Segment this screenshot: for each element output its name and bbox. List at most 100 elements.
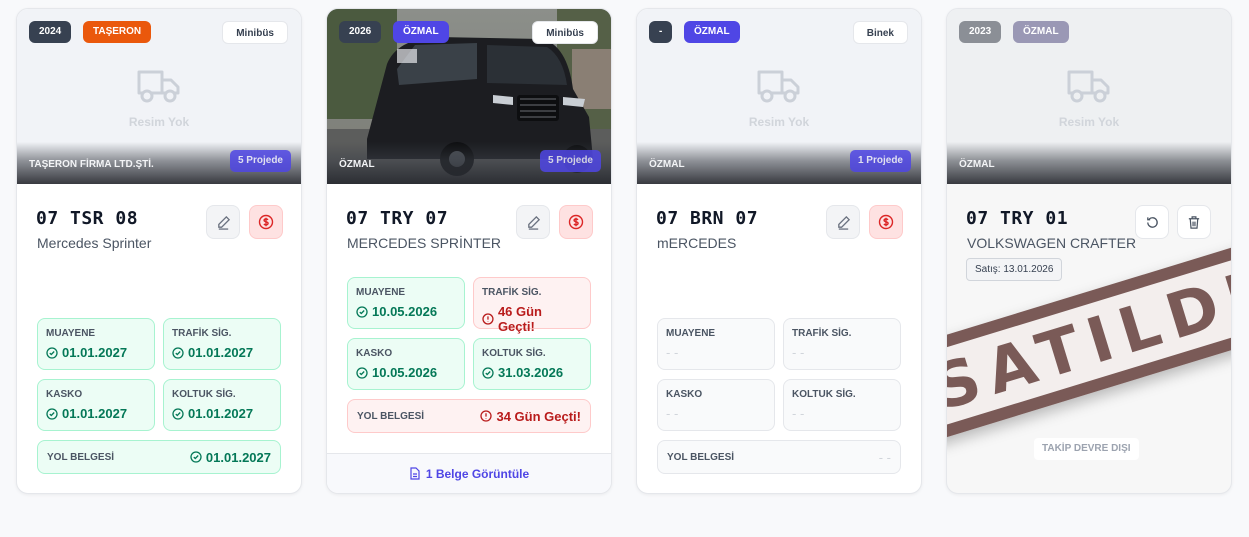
no-image-text: Resim Yok <box>748 115 810 129</box>
koltuk-tile: KOLTUK SİG. - - <box>783 379 901 431</box>
vehicle-card[interactable]: Resim Yok 2024 TAŞERON Minibüs TAŞERON F… <box>16 8 302 494</box>
firm-name: ÖZMAL <box>959 159 995 170</box>
alert-circle-icon <box>482 313 494 325</box>
muayene-tile: MUAYENE 01.01.2027 <box>37 318 155 370</box>
sell-button[interactable] <box>249 205 283 239</box>
alert-circle-icon <box>480 410 493 422</box>
no-image-text: Resim Yok <box>128 115 190 129</box>
check-circle-icon <box>172 407 184 420</box>
kasko-date: 10.05.2026 <box>372 365 438 380</box>
trafik-tile: TRAFİK SİG. 01.01.2027 <box>163 318 281 370</box>
trash-icon <box>1188 215 1200 229</box>
truck-icon <box>1067 70 1110 103</box>
yol-belgesi-tile: YOL BELGESİ - - <box>657 440 901 474</box>
muayene-tile: MUAYENE 10.05.2026 <box>347 277 465 329</box>
kasko-tile: KASKO 01.01.2027 <box>37 379 155 431</box>
vehicle-type-badge: Minibüs <box>532 21 598 44</box>
sale-date-badge: Satış: 13.01.2026 <box>966 258 1063 281</box>
yol-belgesi-tile: YOL BELGESİ 34 Gün Geçti! <box>347 399 591 433</box>
yol-belgesi-date: - - <box>878 449 891 465</box>
muayene-date: - - <box>666 345 679 360</box>
check-circle-icon <box>46 407 58 420</box>
project-count-badge[interactable]: 5 Projede <box>229 150 291 172</box>
dollar-circle-icon <box>568 214 584 230</box>
pencil-icon <box>527 215 540 230</box>
document-icon <box>410 467 420 480</box>
tracking-disabled-label: TAKİP DEVRE DIŞI <box>1034 438 1139 460</box>
vehicle-card[interactable]: 2026 ÖZMAL Minibüs ÖZMAL 5 Projede 07 TR… <box>326 8 612 494</box>
edit-button[interactable] <box>826 205 860 239</box>
no-image-placeholder: Resim Yok <box>17 67 301 129</box>
plate-number: 07 TRY 01 <box>966 208 1069 229</box>
sell-button[interactable] <box>869 205 903 239</box>
project-count-badge[interactable]: 1 Projede <box>849 150 911 172</box>
restore-button[interactable] <box>1135 205 1169 239</box>
no-image-text: Resim Yok <box>1058 115 1120 129</box>
kasko-date: 01.01.2027 <box>62 406 128 421</box>
koltuk-date: 31.03.2026 <box>498 365 564 380</box>
dollar-circle-icon <box>878 214 894 230</box>
trafik-tile: TRAFİK SİG. 46 Gün Geçti! <box>473 277 591 334</box>
edit-button[interactable] <box>516 205 550 239</box>
muayene-tile: MUAYENE - - <box>657 318 775 370</box>
trafik-status: 46 Gün Geçti! <box>497 304 543 334</box>
year-badge: 2024 <box>29 21 72 43</box>
plate-number: 07 BRN 07 <box>656 208 759 229</box>
koltuk-date: - - <box>792 406 805 421</box>
edit-button[interactable] <box>206 205 240 239</box>
vehicle-model: Mercedes Sprinter <box>37 235 152 251</box>
ownership-badge: ÖZMAL <box>1013 21 1069 43</box>
koltuk-tile: KOLTUK SİG. 01.01.2027 <box>163 379 281 431</box>
check-circle-icon <box>356 305 368 318</box>
vehicle-type-badge: Minibüs <box>222 21 288 44</box>
pencil-icon <box>217 215 230 230</box>
vehicle-image-area: Resim Yok 2023 ÖZMAL ÖZMAL <box>947 9 1231 184</box>
trafik-tile: TRAFİK SİG. - - <box>783 318 901 370</box>
year-badge: 2023 <box>959 21 1002 43</box>
koltuk-date: 01.01.2027 <box>188 406 254 421</box>
trafik-date: - - <box>792 345 805 360</box>
ownership-badge: ÖZMAL <box>393 21 449 43</box>
year-badge: - <box>649 21 673 43</box>
ownership-badge: ÖZMAL <box>684 21 740 43</box>
check-circle-icon <box>482 366 494 379</box>
trafik-date: 01.01.2027 <box>188 345 254 360</box>
vehicle-type-badge: Binek <box>852 21 908 44</box>
vehicle-model: MERCEDES SPRİNTER <box>347 235 502 251</box>
firm-name: TAŞERON FİRMA LTD.ŞTİ. <box>29 159 154 170</box>
yol-belgesi-tile: YOL BELGESİ 01.01.2027 <box>37 440 281 474</box>
muayene-date: 01.01.2027 <box>62 345 128 360</box>
check-circle-icon <box>356 366 368 379</box>
firm-name: ÖZMAL <box>339 159 375 170</box>
vehicle-model: mERCEDES <box>657 235 737 251</box>
truck-icon <box>757 70 800 103</box>
check-circle-icon <box>46 346 58 359</box>
yol-belgesi-date: 01.01.2027 <box>205 449 271 465</box>
undo-icon <box>1146 216 1158 228</box>
kasko-date: - - <box>666 406 679 421</box>
dollar-circle-icon <box>258 214 274 230</box>
no-image-placeholder: Resim Yok <box>637 67 921 129</box>
kasko-tile: KASKO - - <box>657 379 775 431</box>
sell-button[interactable] <box>559 205 593 239</box>
kasko-tile: KASKO 10.05.2026 <box>347 338 465 390</box>
vehicle-card-sold[interactable]: Resim Yok 2023 ÖZMAL ÖZMAL 07 TRY 01 VOL… <box>946 8 1232 494</box>
delete-button[interactable] <box>1177 205 1211 239</box>
plate-number: 07 TSR 08 <box>36 208 139 229</box>
vehicle-image-area: Resim Yok 2024 TAŞERON Minibüs TAŞERON F… <box>17 9 301 184</box>
check-circle-icon <box>172 346 184 359</box>
check-circle-icon <box>190 451 202 463</box>
vehicle-image: 2026 ÖZMAL Minibüs ÖZMAL 5 Projede <box>327 9 611 184</box>
yol-belgesi-status: 34 Gün Geçti! <box>496 408 581 424</box>
year-badge: 2026 <box>339 21 382 43</box>
project-count-badge[interactable]: 5 Projede <box>539 150 601 172</box>
koltuk-tile: KOLTUK SİG. 31.03.2026 <box>473 338 591 390</box>
firm-name: ÖZMAL <box>649 159 685 170</box>
truck-icon <box>137 70 180 103</box>
vehicle-image-area: Resim Yok - ÖZMAL Binek ÖZMAL 1 Projede <box>637 9 921 184</box>
vehicle-card[interactable]: Resim Yok - ÖZMAL Binek ÖZMAL 1 Projede … <box>636 8 922 494</box>
view-documents-link[interactable]: 1 Belge Görüntüle <box>327 453 611 493</box>
muayene-date: 10.05.2026 <box>372 304 438 319</box>
no-image-placeholder: Resim Yok <box>947 67 1231 129</box>
vehicle-model: VOLKSWAGEN CRAFTER <box>967 235 1137 251</box>
